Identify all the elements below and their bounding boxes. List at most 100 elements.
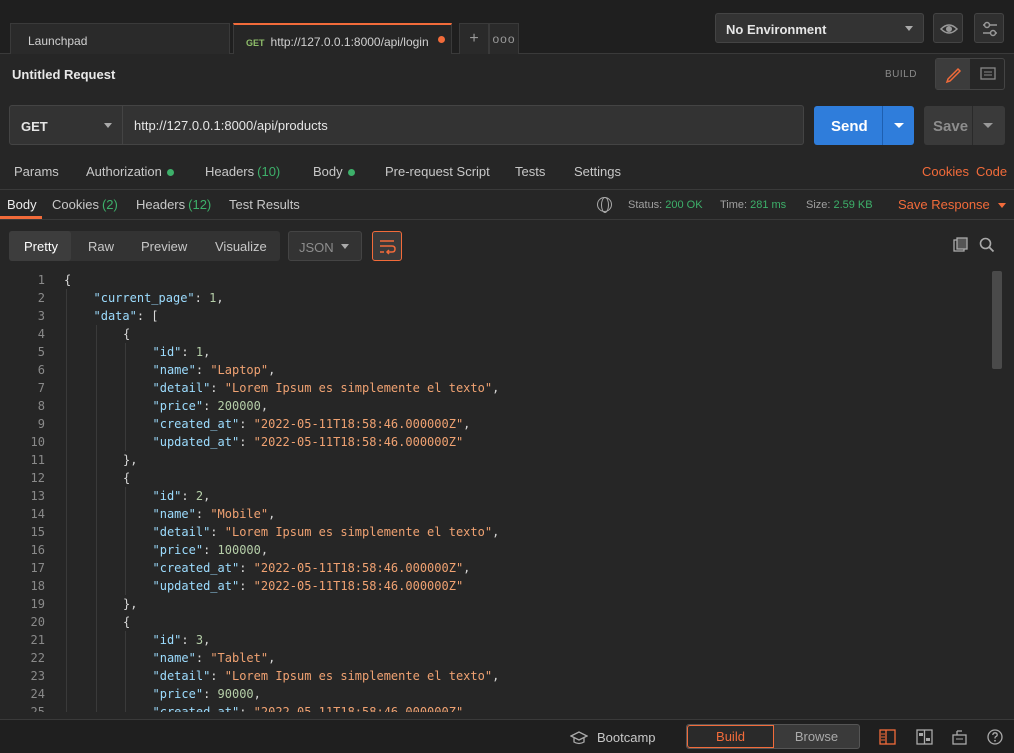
code-line: 19}, — [0, 595, 990, 613]
edit-mode-button[interactable] — [936, 59, 970, 89]
status-label: Status: — [628, 199, 663, 211]
active-dot-icon — [347, 169, 355, 177]
request-title[interactable]: Untitled Request — [12, 67, 115, 82]
more-tabs-button[interactable]: ooo — [489, 23, 519, 54]
tab-authorization[interactable]: Authorization — [86, 164, 174, 179]
code-link[interactable]: Code — [976, 164, 1007, 179]
code-token: , — [463, 417, 471, 431]
send-divider — [882, 106, 883, 145]
browse-tab[interactable]: Browse — [774, 725, 859, 748]
send-options-chevron-icon[interactable] — [894, 123, 904, 128]
chevron-down-icon — [104, 123, 112, 128]
tab-tests-label: Tests — [515, 164, 546, 179]
response-tab-cookies[interactable]: Cookies (2) — [52, 197, 118, 212]
time-info: Time: 281 ms — [720, 199, 786, 211]
code-line: 8 "price": 200000, — [0, 397, 990, 415]
code-token: "updated_at" — [152, 579, 240, 593]
code-token: "name" — [152, 651, 196, 665]
layout-split-icon[interactable] — [916, 729, 933, 748]
indent-guide — [125, 343, 126, 451]
code-token: , — [492, 525, 500, 539]
chevron-down-icon — [341, 244, 349, 249]
build-browse-toggle: Build Browse — [686, 724, 860, 749]
code-line: 22 "name": "Tablet", — [0, 649, 990, 667]
code-line: 2 "current_page": 1, — [0, 289, 990, 307]
help-icon[interactable] — [987, 729, 1003, 748]
code-line: 7 "detail": "Lorem Ipsum es simplemente e… — [0, 379, 990, 397]
code-token: : — [239, 579, 254, 593]
code-token: "2022-05-11T18:58:46.000000Z" — [253, 579, 464, 593]
response-tab-body[interactable]: Body — [7, 197, 37, 212]
code-token: : — [239, 561, 254, 575]
scrollbar-thumb[interactable] — [992, 271, 1002, 369]
wrap-lines-button[interactable] — [372, 231, 402, 261]
time-label: Time: — [720, 199, 748, 211]
save-response-button[interactable]: Save Response — [898, 197, 1006, 212]
view-pretty[interactable]: Pretty — [24, 239, 58, 254]
environment-select[interactable]: No Environment — [715, 13, 924, 43]
copy-icon[interactable] — [953, 237, 969, 256]
documentation-mode-button[interactable] — [971, 59, 1005, 89]
view-preview[interactable]: Preview — [141, 239, 187, 254]
code-token: 90000 — [217, 687, 254, 701]
code-line: 6 "name": "Laptop", — [0, 361, 990, 379]
code-text: "price": 90000, — [153, 685, 261, 703]
save-button[interactable]: Save — [924, 106, 1005, 145]
bootcamp-link[interactable]: Bootcamp — [597, 730, 656, 745]
code-text: { — [123, 469, 130, 487]
tab-tests[interactable]: Tests — [515, 164, 545, 179]
line-number: 8 — [37, 399, 45, 413]
code-token: "price" — [152, 399, 204, 413]
code-text: "name": "Tablet", — [153, 649, 276, 667]
response-tab-body-label: Body — [7, 197, 37, 212]
tab-body[interactable]: Body — [313, 164, 355, 179]
tab-request[interactable]: GET http://127.0.0.1:8000/api/login — [233, 23, 452, 54]
headers-count: (10) — [257, 164, 281, 179]
code-token: , — [253, 687, 261, 701]
code-token: "Mobile" — [210, 507, 269, 521]
response-tab-headers[interactable]: Headers (12) — [136, 197, 211, 212]
bootcamp-icon[interactable] — [569, 731, 589, 748]
keyboard-shortcuts-icon[interactable] — [951, 729, 968, 748]
tab-settings[interactable]: Settings — [574, 164, 621, 179]
view-raw[interactable]: Raw — [88, 239, 114, 254]
tab-pre-request-script[interactable]: Pre-request Script — [385, 164, 490, 179]
two-pane-view-icon[interactable] — [879, 729, 896, 748]
tab-params[interactable]: Params — [14, 164, 59, 179]
code-line: 13 "id": 2, — [0, 487, 990, 505]
code-token: 1 — [195, 345, 204, 359]
environment-quick-look-button[interactable] — [933, 13, 963, 43]
globe-icon[interactable] — [597, 197, 612, 213]
code-token: 3 — [195, 633, 204, 647]
code-token: "detail" — [152, 525, 211, 539]
response-tab-test-results[interactable]: Test Results — [229, 197, 300, 212]
build-tab[interactable]: Build — [687, 725, 774, 748]
code-token: : — [210, 525, 225, 539]
code-link-label: Code — [976, 164, 1008, 179]
code-token: "created_at" — [152, 705, 240, 712]
code-token: { — [64, 273, 72, 287]
method-select[interactable]: GET — [9, 105, 123, 145]
chevron-down-icon — [905, 26, 913, 31]
search-icon[interactable] — [979, 237, 995, 256]
new-tab-button[interactable]: + — [459, 23, 489, 54]
response-body-viewer[interactable]: 1{2 "current_page": 1, 3 "data": [4{5 "id": … — [0, 271, 990, 712]
tab-launchpad[interactable]: Launchpad — [10, 23, 230, 54]
code-token: "price" — [152, 687, 204, 701]
view-visualize[interactable]: Visualize — [215, 239, 267, 254]
save-options-chevron-icon[interactable] — [983, 123, 993, 128]
cookies-link[interactable]: Cookies — [922, 164, 969, 179]
format-select[interactable]: JSON — [288, 231, 362, 261]
tab-headers[interactable]: Headers (10) — [205, 164, 280, 179]
code-line: 15 "detail": "Lorem Ipsum es simplemente … — [0, 523, 990, 541]
tab-label: http://127.0.0.1:8000/api/login — [270, 35, 429, 49]
manage-environments-button[interactable] — [974, 13, 1004, 43]
code-text: "created_at": "2022-05-11T18:58:46.00000… — [153, 703, 464, 712]
code-line: 14 "name": "Mobile", — [0, 505, 990, 523]
send-button[interactable]: Send — [814, 106, 914, 145]
code-text: "detail": "Lorem Ipsum es simplemente el… — [153, 523, 500, 541]
url-input[interactable] — [123, 105, 804, 145]
code-token: : — [195, 507, 211, 521]
line-number: 12 — [30, 471, 45, 485]
code-token: : — [181, 633, 196, 647]
